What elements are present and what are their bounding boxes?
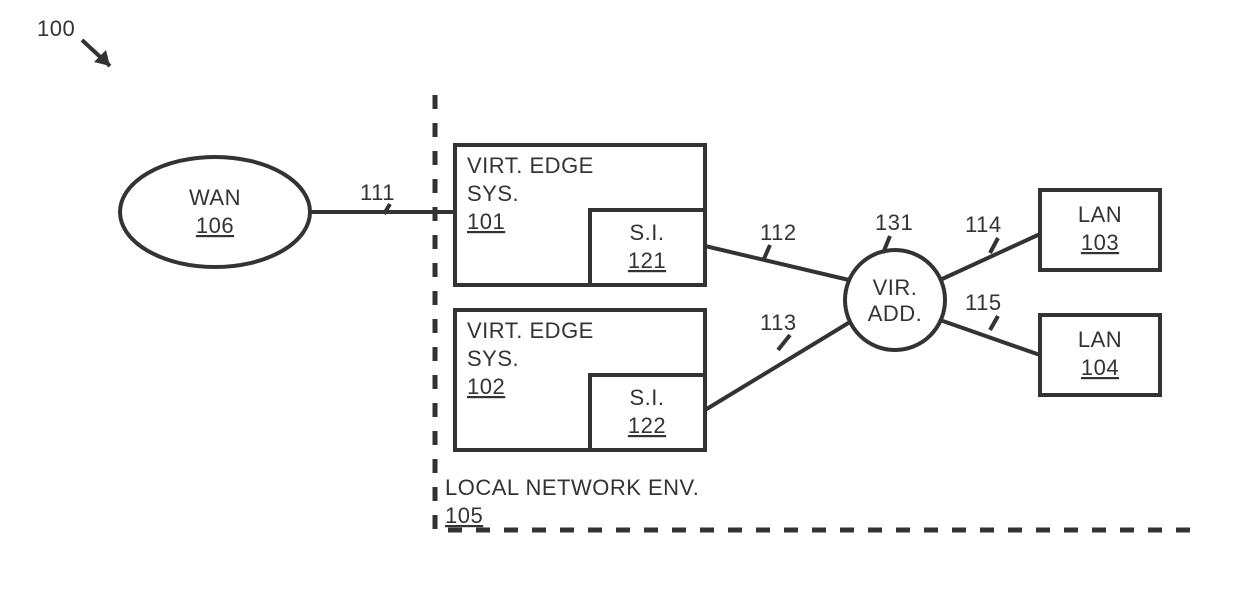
- local-env-ref: 105: [445, 503, 483, 528]
- lan2-label: LAN: [1078, 327, 1122, 352]
- network-diagram: 100 LOCAL NETWORK ENV. 105 WAN 106 111 V…: [0, 0, 1240, 592]
- lan2-ref: 104: [1081, 355, 1119, 380]
- ves2-label-line1: VIRT. EDGE: [467, 318, 594, 343]
- link-vir-lan1-ref: 114: [965, 212, 1002, 237]
- figure-ref-label: 100: [37, 16, 75, 41]
- link-vir-lan1-tick: [990, 238, 998, 253]
- wan-node: [120, 157, 310, 267]
- ves2-label-line2: SYS.: [467, 346, 519, 371]
- ves1-label-line1: VIRT. EDGE: [467, 153, 594, 178]
- link-ves1-vir-ref: 112: [760, 220, 797, 245]
- ves1-ref: 101: [467, 209, 505, 234]
- si2-ref: 122: [628, 413, 666, 438]
- link-vir-lan1: [940, 234, 1040, 280]
- link-vir-lan2-ref: 115: [965, 290, 1002, 315]
- wan-label: WAN: [189, 185, 241, 210]
- link-vir-lan2-tick: [990, 316, 998, 330]
- link-vir-lan2: [940, 320, 1040, 355]
- si2-label: S.I.: [629, 385, 664, 410]
- lan1-ref: 103: [1081, 230, 1119, 255]
- link-ves2-vir-ref: 113: [760, 310, 797, 335]
- vir-add-label2: ADD.: [868, 301, 923, 326]
- ves2-ref: 102: [467, 374, 505, 399]
- vir-add-ref: 131: [875, 210, 913, 235]
- link-ves2-vir: [705, 322, 850, 410]
- vir-add-node: [845, 250, 945, 350]
- link-wan-ves1-ref: 111: [360, 180, 395, 205]
- lan1-label: LAN: [1078, 202, 1122, 227]
- wan-ref: 106: [196, 213, 234, 238]
- link-ves1-vir: [705, 246, 849, 280]
- si1-label: S.I.: [629, 220, 664, 245]
- link-ves2-vir-tick: [778, 335, 790, 350]
- si1-ref: 121: [628, 248, 666, 273]
- local-env-label: LOCAL NETWORK ENV.: [445, 475, 699, 500]
- ves1-label-line2: SYS.: [467, 181, 519, 206]
- vir-add-label1: VIR.: [873, 275, 918, 300]
